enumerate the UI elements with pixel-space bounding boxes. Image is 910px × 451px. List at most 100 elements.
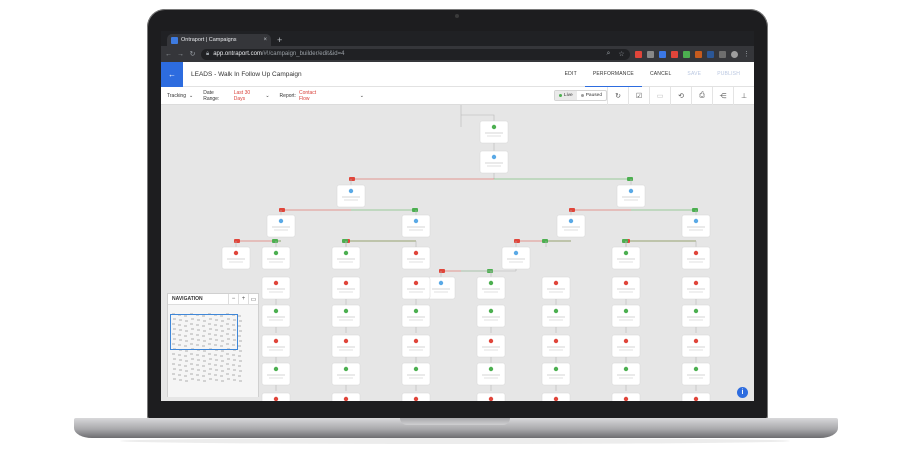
laptop-shadow: [120, 438, 790, 444]
report-dropdown[interactable]: Report: Contact Flow ⌄: [280, 90, 374, 102]
edit-button[interactable]: EDIT: [557, 62, 585, 87]
date-range-dropdown[interactable]: Date Range: Last 30 Days ⌄: [203, 90, 279, 102]
minimap-node: [173, 358, 176, 360]
minimap-node: [184, 365, 187, 367]
paused-dot-icon: [580, 94, 584, 97]
minimap-node: [184, 375, 187, 377]
yes-badge: [272, 239, 278, 243]
step-icon: [343, 280, 349, 286]
step-icon: [413, 338, 419, 344]
extension-icon[interactable]: [647, 50, 654, 58]
profile-avatar-icon[interactable]: [731, 50, 738, 58]
step-icon: [553, 308, 559, 314]
laptop-notch: [400, 418, 510, 425]
minimap-node: [196, 364, 199, 366]
campaign-header: ← LEADS - Walk In Follow Up Campaign EDI…: [161, 61, 754, 87]
comment-icon[interactable]: ▭: [649, 86, 670, 105]
step-node: [261, 304, 291, 328]
extension-icon[interactable]: [671, 50, 678, 58]
tracking-dropdown[interactable]: Tracking ⌄: [167, 93, 203, 99]
step-node: [331, 362, 361, 386]
step-node: [401, 246, 431, 270]
minimap-node: [184, 355, 187, 357]
tab-close-icon[interactable]: ×: [263, 37, 267, 43]
minimap-viewport[interactable]: [170, 314, 238, 350]
chevron-down-icon: ⌄: [359, 92, 364, 99]
arrow-left-icon: ←: [168, 69, 176, 79]
minimap-node: [232, 364, 235, 366]
step-node: [479, 150, 509, 174]
step-node: [261, 276, 291, 300]
minimap-node: [178, 354, 181, 356]
checklist-icon[interactable]: ☑: [628, 86, 649, 105]
step-node: [681, 246, 711, 270]
step-node: [401, 334, 431, 358]
extension-icon[interactable]: [719, 50, 726, 58]
zoom-out-button[interactable]: −: [228, 293, 238, 305]
extension-icon[interactable]: [695, 50, 702, 58]
new-tab-button[interactable]: +: [277, 34, 282, 46]
extension-icon[interactable]: [707, 50, 714, 58]
refresh-icon[interactable]: ↻: [607, 86, 628, 105]
step-icon: [343, 338, 349, 344]
star-icon[interactable]: ☆: [618, 50, 625, 58]
extension-icon[interactable]: [635, 50, 642, 58]
info-icon[interactable]: i: [737, 387, 748, 398]
campaign-canvas[interactable]: NAVIGATION − + ▭ i ?: [161, 105, 754, 401]
step-node: [611, 246, 641, 270]
step-icon: [491, 154, 497, 160]
minimap-node: [172, 363, 175, 365]
help-buttons: i ?: [737, 387, 748, 401]
step-node: [331, 246, 361, 270]
browser-tab[interactable]: Ontraport | Campaigns ×: [167, 34, 271, 46]
save-button[interactable]: SAVE: [679, 62, 709, 87]
fit-screen-icon[interactable]: ▭: [248, 293, 258, 305]
forward-icon[interactable]: →: [177, 51, 184, 58]
no-badge: [279, 208, 285, 212]
kebab-menu-icon[interactable]: ⋮: [743, 50, 750, 58]
navigation-minimap[interactable]: NAVIGATION − + ▭: [167, 293, 259, 397]
step-node: [479, 120, 509, 144]
minimap-header: NAVIGATION − + ▭: [168, 293, 258, 305]
step-node: [476, 362, 506, 386]
minimap-node: [232, 354, 235, 356]
minimap-node: [208, 353, 211, 355]
no-badge: [439, 269, 445, 273]
live-option[interactable]: Live: [554, 91, 577, 100]
paused-option[interactable]: Paused: [577, 91, 606, 100]
minimap-node: [239, 320, 242, 322]
step-icon: [488, 366, 494, 372]
minimap-node: [214, 364, 217, 366]
print-icon[interactable]: ⎙: [691, 86, 712, 105]
minimap-node: [178, 374, 181, 376]
minimap-node: [215, 359, 218, 361]
step-icon: [693, 308, 699, 314]
minimap-node: [226, 353, 229, 355]
back-button[interactable]: ←: [161, 61, 183, 87]
extension-icon[interactable]: [659, 50, 666, 58]
step-node: [681, 304, 711, 328]
zoom-in-button[interactable]: +: [238, 293, 248, 305]
step-icon: [693, 250, 699, 256]
minimap-node: [179, 369, 182, 371]
step-node: [426, 276, 456, 300]
condition-node: [336, 184, 366, 208]
step-icon: [553, 366, 559, 372]
minimap-node: [197, 359, 200, 361]
browser-toolbar: ← → ↻ 🔒︎ app.ontraport.com/#!/campaign_b…: [161, 46, 754, 62]
extension-icon[interactable]: [683, 50, 690, 58]
performance-button[interactable]: PERFORMANCE: [584, 62, 642, 87]
pin-icon[interactable]: ⊥: [733, 86, 754, 105]
publish-button[interactable]: PUBLISH: [709, 62, 748, 87]
search-icon[interactable]: ⌕: [605, 50, 612, 58]
address-bar[interactable]: 🔒︎ app.ontraport.com/#!/campaign_builder…: [201, 48, 630, 60]
minimap-node: [238, 375, 241, 377]
minimap-node: [233, 369, 236, 371]
cancel-button[interactable]: CANCEL: [642, 62, 679, 87]
reload-icon[interactable]: ↻: [189, 50, 196, 58]
step-icon: [278, 218, 284, 224]
share-icon[interactable]: ⋲: [712, 86, 733, 105]
back-icon[interactable]: ←: [165, 51, 172, 58]
minimap-node: [232, 374, 235, 376]
history-icon[interactable]: ⟲: [670, 86, 691, 105]
